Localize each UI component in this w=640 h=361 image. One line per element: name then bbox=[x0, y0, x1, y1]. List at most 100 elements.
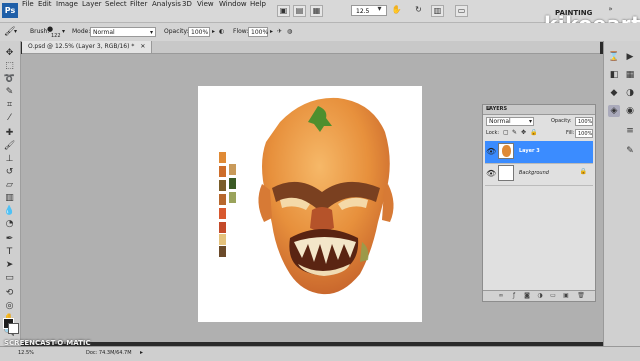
layers-icon[interactable]: ◈ bbox=[608, 105, 620, 117]
fill-label: Fill: bbox=[566, 130, 575, 136]
palette-swatch bbox=[219, 208, 226, 219]
screen-mode-icon[interactable]: ▭ bbox=[455, 5, 468, 17]
zoom-menu-chevron-icon[interactable]: ▾ bbox=[373, 4, 386, 16]
lock-transparency-icon[interactable]: ▢ bbox=[503, 129, 509, 136]
menu-help[interactable]: Help bbox=[250, 0, 266, 22]
palette-swatch bbox=[219, 152, 226, 163]
mode-select[interactable]: Normal ▾ bbox=[90, 27, 156, 37]
crop-icon[interactable]: ⌗ bbox=[3, 99, 16, 111]
healing-icon[interactable]: ✚ bbox=[3, 127, 16, 139]
adjustment-layer-icon[interactable]: ◑ bbox=[536, 292, 544, 299]
menu-select[interactable]: Select bbox=[105, 0, 127, 22]
gradient-icon[interactable]: ▥ bbox=[3, 192, 16, 204]
opacity-chevron-icon[interactable]: ▸ bbox=[212, 23, 215, 41]
menu-image[interactable]: Image bbox=[56, 0, 78, 22]
menu-edit[interactable]: Edit bbox=[38, 0, 52, 22]
launch-minibridge-icon[interactable]: ▤ bbox=[293, 5, 306, 17]
view-extras-icon[interactable]: ▦ bbox=[310, 5, 323, 17]
arrange-documents-icon[interactable]: ▥ bbox=[431, 5, 444, 17]
layer-mask-icon[interactable]: ◙ bbox=[523, 292, 531, 299]
status-zoom[interactable]: 12.5% bbox=[18, 350, 34, 356]
palette-swatch bbox=[219, 180, 226, 191]
lock-position-icon[interactable]: ✥ bbox=[521, 129, 526, 136]
fill-field[interactable]: 100% bbox=[575, 129, 593, 138]
3d-orbit-icon[interactable]: ◎ bbox=[3, 300, 16, 312]
layer-row-background[interactable]: 👁 Background 🔒 bbox=[485, 163, 593, 186]
tool-preset-chevron-icon[interactable]: ▾ bbox=[14, 23, 17, 41]
hand-tool-icon[interactable]: ✋ bbox=[390, 5, 403, 17]
new-group-icon[interactable]: ▭ bbox=[549, 292, 557, 299]
link-layers-icon[interactable]: ∞ bbox=[497, 292, 505, 299]
menu-file[interactable]: File bbox=[22, 0, 34, 22]
airbrush-icon[interactable]: ✈ bbox=[277, 23, 282, 41]
rotate-view-icon[interactable]: ↻ bbox=[412, 5, 425, 17]
styles-icon[interactable]: ◆ bbox=[608, 87, 620, 99]
flow-chevron-icon[interactable]: ▸ bbox=[270, 23, 273, 41]
flow-field[interactable]: 100% bbox=[248, 27, 268, 37]
panel-menu-icon[interactable]: ≡ bbox=[486, 105, 592, 112]
document-canvas[interactable] bbox=[198, 86, 422, 322]
tablet-opacity-icon[interactable]: ◐ bbox=[219, 23, 224, 41]
adjustments-icon[interactable]: ◑ bbox=[624, 87, 636, 99]
color-icon[interactable]: ◧ bbox=[608, 69, 620, 81]
history-brush-icon[interactable]: ↺ bbox=[3, 166, 16, 178]
mode-label: Mode: bbox=[72, 28, 91, 35]
actions-icon[interactable]: ▶ bbox=[624, 51, 636, 63]
blur-icon[interactable]: 💧 bbox=[3, 205, 16, 217]
lasso-icon[interactable]: ➰ bbox=[3, 73, 16, 85]
shape-icon[interactable]: ▭ bbox=[3, 272, 16, 284]
document-size: Doc: 74.3M/64.7M bbox=[86, 350, 132, 356]
lock-all-icon[interactable]: 🔒 bbox=[530, 129, 537, 136]
history-icon[interactable]: ⌛ bbox=[608, 51, 620, 63]
menu-filter[interactable]: Filter bbox=[130, 0, 147, 22]
palette-swatch bbox=[229, 164, 236, 175]
visibility-eye-icon[interactable]: 👁 bbox=[486, 169, 496, 178]
eraser-icon[interactable]: ▱ bbox=[3, 179, 16, 191]
masks-icon[interactable]: ◉ bbox=[624, 105, 636, 117]
channels-icon[interactable]: ≡ bbox=[624, 125, 636, 137]
new-layer-icon[interactable]: ▣ bbox=[562, 292, 570, 299]
layer-opacity-field[interactable]: 100% bbox=[575, 117, 593, 126]
layers-panel-footer: ∞ ƒ ◙ ◑ ▭ ▣ 🗑 bbox=[483, 290, 595, 301]
options-bar: 🖌 ▾ Brush: ● 122 ▾ Mode: Normal ▾ Opacity… bbox=[0, 23, 640, 42]
quick-select-icon[interactable]: ✎ bbox=[3, 86, 16, 98]
document-tab[interactable]: O.psd @ 12.5% (Layer 3, RGB/16) * ✕ bbox=[22, 41, 153, 53]
menu-window[interactable]: Window bbox=[219, 0, 247, 22]
3d-rotate-icon[interactable]: ⟲ bbox=[3, 287, 16, 299]
pen-icon[interactable]: ✒ bbox=[3, 233, 16, 245]
blend-mode-select[interactable]: Normal ▾ bbox=[486, 117, 534, 126]
menu-analysis[interactable]: Analysis bbox=[152, 0, 181, 22]
brush-preset-chevron-icon[interactable]: ▾ bbox=[62, 23, 65, 41]
layer-lock-icon: 🔒 bbox=[579, 168, 587, 175]
dodge-icon[interactable]: ◔ bbox=[3, 218, 16, 230]
palette-swatch bbox=[219, 166, 226, 177]
status-menu-chevron-icon[interactable]: ▸ bbox=[140, 349, 143, 356]
opacity-field[interactable]: 100% bbox=[188, 27, 210, 37]
close-tab-icon[interactable]: ✕ bbox=[140, 43, 145, 50]
swatches-icon[interactable]: ▦ bbox=[624, 69, 636, 81]
palette-swatch bbox=[219, 194, 226, 205]
marquee-icon[interactable]: ⬚ bbox=[3, 60, 16, 72]
lock-pixels-icon[interactable]: ✎ bbox=[512, 129, 517, 136]
menu-3d[interactable]: 3D bbox=[182, 0, 192, 22]
clone-stamp-icon[interactable]: ⊥ bbox=[3, 153, 16, 165]
layer-thumbnail bbox=[498, 165, 514, 181]
palette-swatch bbox=[219, 222, 226, 233]
layer-name: Background bbox=[519, 170, 549, 176]
move-icon[interactable]: ✥ bbox=[3, 47, 16, 59]
type-icon[interactable]: T bbox=[3, 246, 16, 258]
menu-view[interactable]: View bbox=[197, 0, 214, 22]
layers-panel-header[interactable]: LAYERS ≡ bbox=[483, 105, 595, 115]
paths-icon[interactable]: ✎ bbox=[624, 145, 636, 157]
brush-icon[interactable]: 🖌 bbox=[3, 140, 16, 152]
launch-bridge-icon[interactable]: ▣ bbox=[277, 5, 290, 17]
tablet-size-icon[interactable]: ◍ bbox=[287, 23, 292, 41]
visibility-eye-icon[interactable]: 👁 bbox=[486, 147, 496, 156]
eyedropper-icon[interactable]: ⁄ bbox=[3, 112, 16, 124]
layer-style-icon[interactable]: ƒ bbox=[510, 292, 518, 299]
background-color-swatch[interactable] bbox=[8, 323, 19, 334]
menu-layer[interactable]: Layer bbox=[82, 0, 102, 22]
path-select-icon[interactable]: ➤ bbox=[3, 259, 16, 271]
delete-layer-icon[interactable]: 🗑 bbox=[577, 292, 585, 299]
layer-row-layer-3[interactable]: 👁 Layer 3 bbox=[485, 141, 593, 164]
